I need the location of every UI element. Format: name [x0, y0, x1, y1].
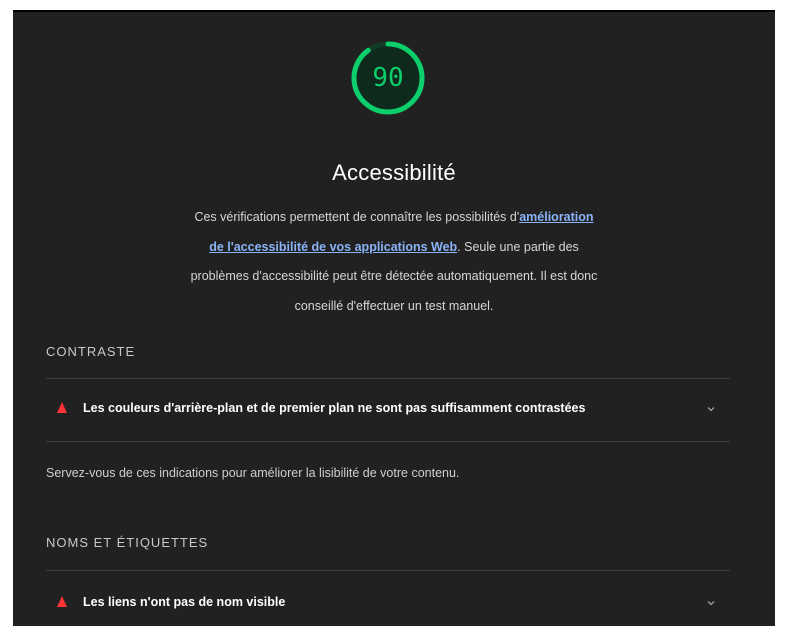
warning-triangle-icon [57, 402, 67, 413]
description-prefix: Ces vérifications permettent de connaîtr… [194, 210, 520, 224]
accessibility-report-panel: 90 Accessibilité Ces vérifications perme… [13, 10, 775, 626]
audit-color-contrast[interactable]: Les couleurs d'arrière-plan et de premie… [46, 394, 730, 424]
divider [46, 570, 730, 571]
top-border [13, 10, 775, 12]
group-title-contrast: CONTRASTE [46, 344, 136, 359]
audit-link-name[interactable]: Les liens n'ont pas de nom visible [46, 588, 730, 618]
chevron-down-icon[interactable] [705, 403, 717, 415]
warning-triangle-icon [57, 596, 67, 607]
chevron-down-icon[interactable] [705, 597, 717, 609]
divider [46, 441, 730, 442]
group-hint: Servez-vous de ces indications pour amél… [46, 466, 460, 480]
audit-label: Les couleurs d'arrière-plan et de premie… [83, 401, 586, 415]
category-description: Ces vérifications permettent de connaîtr… [188, 203, 600, 321]
audit-label: Les liens n'ont pas de nom visible [83, 595, 286, 609]
divider [46, 378, 730, 379]
category-title: Accessibilité [332, 160, 456, 185]
score-gauge[interactable]: 90 [350, 40, 426, 116]
group-title-names-labels: NOMS ET ÉTIQUETTES [46, 535, 209, 550]
score-value: 90 [372, 63, 404, 93]
